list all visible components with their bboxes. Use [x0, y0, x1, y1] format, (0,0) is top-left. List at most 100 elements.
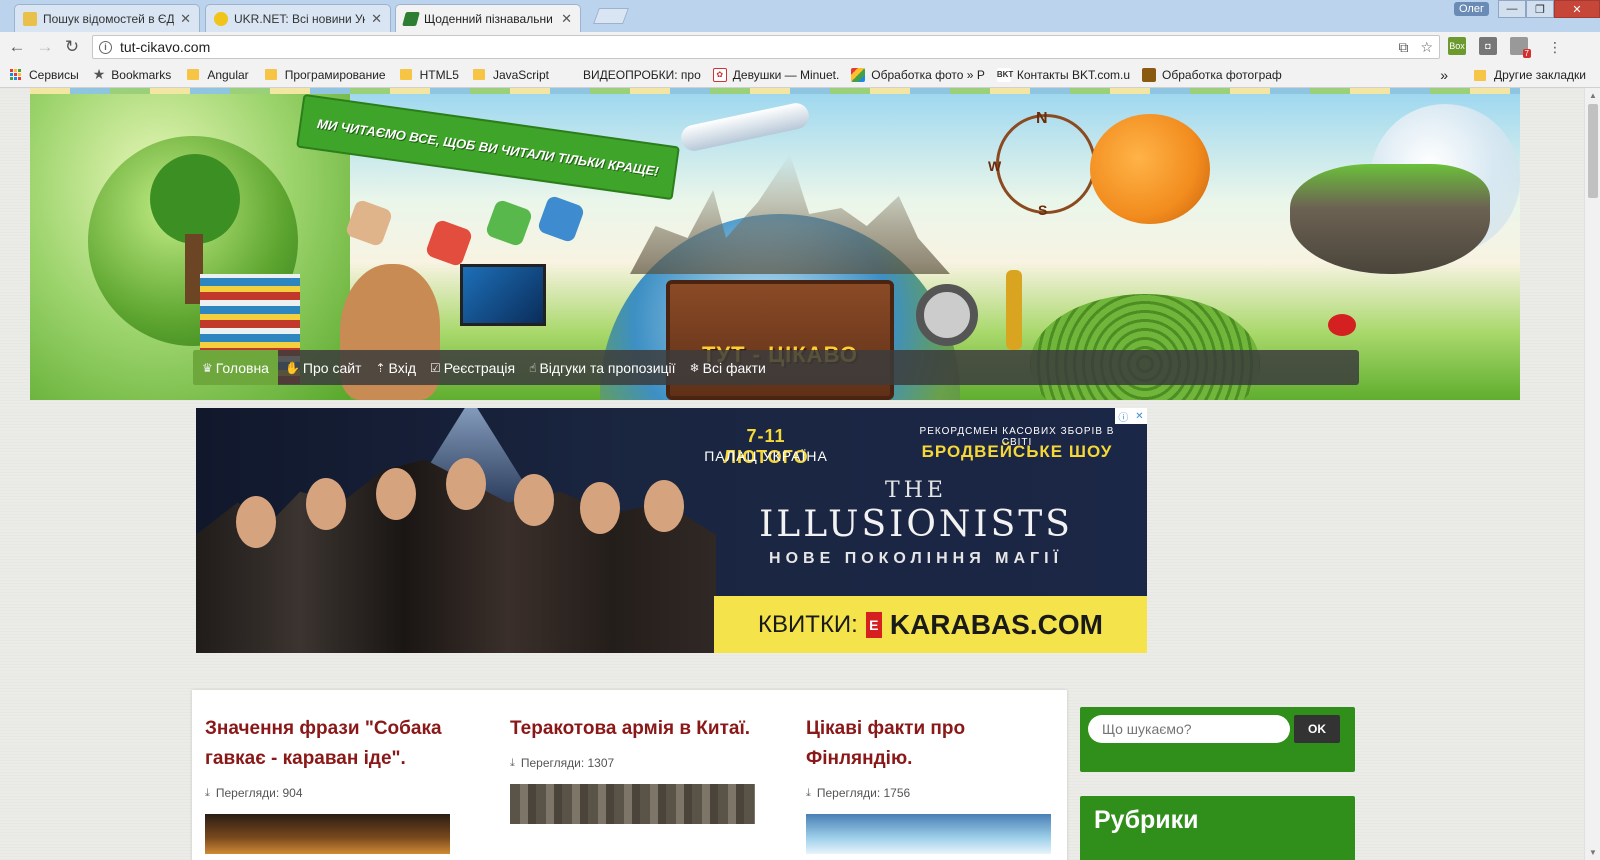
- bookmark-minuet[interactable]: ✿ Девушки — Minuet.: [712, 67, 839, 82]
- ad-the: THE: [885, 478, 947, 503]
- ladybug-icon: [1328, 314, 1356, 336]
- illusionists-ad-banner[interactable]: 7-11 ЛЮТОГО ПАЛАЦ УКРАЇНА РЕКОРДСМЕН КАС…: [196, 408, 1147, 653]
- post-thumbnail-image[interactable]: [806, 814, 1051, 854]
- post-title[interactable]: Цікаві факти про Фінляндію.: [806, 714, 1056, 774]
- snowflake-icon: ❄: [689, 360, 700, 375]
- folder-icon: [399, 69, 412, 80]
- hand-icon: ☝: [529, 360, 537, 375]
- apps-grid-icon: [10, 69, 21, 80]
- bookmark-bkt-contacts[interactable]: BKT Контакты BKT.com.u: [996, 67, 1130, 82]
- bookmark-star-icon[interactable]: ☆: [1420, 39, 1433, 56]
- bookmark-services[interactable]: Сервисы: [10, 68, 79, 82]
- compass-south-label: S: [1038, 202, 1048, 218]
- close-window-button[interactable]: ✕: [1554, 0, 1600, 18]
- bookmark-angular[interactable]: Angular: [187, 68, 249, 82]
- other-bookmarks-folder[interactable]: Другие закладки: [1474, 68, 1586, 82]
- forward-button[interactable]: →: [34, 37, 56, 57]
- compass-north-label: N: [1036, 110, 1048, 127]
- new-tab-button[interactable]: [593, 8, 629, 24]
- bookmark-label: JavaScript: [492, 67, 549, 82]
- extension-camera-icon[interactable]: ◘: [1479, 37, 1497, 55]
- search-button[interactable]: OK: [1294, 715, 1340, 743]
- post-title[interactable]: Значення фрази "Собака гавкає - караван …: [205, 714, 455, 774]
- minimize-button[interactable]: —: [1498, 0, 1526, 18]
- scrollbar-thumb[interactable]: [1588, 104, 1598, 198]
- post-card: Теракотова армія в Китаї. ⤓ Перегляди: 1…: [510, 714, 760, 824]
- performer-face-image: [236, 496, 276, 548]
- bookmark-programming[interactable]: Програмирование: [264, 67, 386, 82]
- performer-face-image: [644, 480, 684, 532]
- restore-button[interactable]: ❐: [1526, 0, 1554, 18]
- slogan-text: МИ ЧИТАЄМО ВСЕ, ЩОБ ВИ ЧИТАЛИ ТІЛЬКИ КРА…: [316, 115, 660, 179]
- login-icon: ⇡: [375, 360, 386, 375]
- reload-button[interactable]: ↻: [61, 37, 83, 57]
- bookmark-photo-processing[interactable]: Обработка фото » P: [851, 67, 985, 82]
- browser-tab-2[interactable]: Щоденний пізнавальни ✕: [395, 4, 581, 32]
- bookmark-photo-processing-2[interactable]: Обработка фотограф: [1142, 67, 1282, 82]
- ad-tickets-bar[interactable]: КВИТКИ: E KARABAS.COM: [714, 596, 1147, 653]
- ad-subtitle: НОВЕ ПОКОЛІННЯ МАГІЇ: [769, 550, 1063, 567]
- bookmarks-bar: Сервисы ★ Bookmarks Angular Програмирова…: [0, 62, 1600, 88]
- nav-register[interactable]: ☑ Реєстрація: [423, 350, 522, 385]
- extension-people-icon[interactable]: 7: [1510, 37, 1531, 58]
- close-tab-icon[interactable]: ✕: [371, 11, 382, 27]
- address-bar[interactable]: i tut-cikavo.com ⧉ ☆: [92, 35, 1440, 59]
- bookmark-bookmarks[interactable]: ★ Bookmarks: [93, 66, 172, 83]
- tab-title: Пошук відомостей в ЄД: [43, 11, 175, 26]
- bookmark-html5[interactable]: HTML5: [399, 68, 459, 82]
- ad-choices-button[interactable]: ⓘ ✕: [1115, 408, 1147, 424]
- ad-title: ILLUSIONISTS: [759, 504, 1073, 545]
- search-input[interactable]: [1088, 715, 1290, 743]
- site-favicon-icon: [402, 11, 420, 26]
- nav-label: Головна: [215, 359, 269, 376]
- performer-face-image: [376, 468, 416, 520]
- rubrics-widget: Рубрики: [1080, 796, 1355, 860]
- bookmark-label: Програмирование: [284, 67, 386, 82]
- scroll-up-icon[interactable]: ▲: [1589, 91, 1597, 100]
- translate-icon[interactable]: ⧉: [1398, 39, 1408, 56]
- post-thumbnail-image[interactable]: [205, 814, 450, 854]
- nav-home[interactable]: ♛ Головна: [193, 350, 278, 385]
- extension-badge: 7: [1522, 49, 1531, 58]
- ad-site-label: KARABAS.COM: [889, 608, 1103, 640]
- browser-toolbar: ← → ↻ i tut-cikavo.com ⧉ ☆ Box ◘ 7 ⋮: [0, 32, 1600, 62]
- back-button[interactable]: ←: [6, 37, 28, 57]
- extension-box-icon[interactable]: Box: [1448, 37, 1466, 55]
- download-icon: ⤓: [806, 786, 811, 799]
- browser-tab-1[interactable]: UKR.NET: Всі новини Укр ✕: [205, 4, 391, 32]
- close-tab-icon[interactable]: ✕: [180, 11, 191, 27]
- posts-grid: Значення фрази "Собака гавкає - караван …: [192, 690, 1067, 860]
- post-thumbnail-image[interactable]: [510, 784, 755, 824]
- tab-title: UKR.NET: Всі новини Укр: [234, 11, 366, 26]
- url-text: tut-cikavo.com: [120, 39, 211, 55]
- folder-icon: [472, 69, 485, 80]
- site-info-icon[interactable]: i: [99, 40, 112, 54]
- nav-about[interactable]: ✋ Про сайт: [278, 350, 369, 385]
- post-views: Перегляди: 904: [215, 786, 303, 800]
- scroll-down-icon[interactable]: ▼: [1589, 848, 1597, 857]
- post-title[interactable]: Теракотова армія в Китаї.: [510, 714, 760, 744]
- tree-image: [150, 154, 240, 244]
- nav-feedback[interactable]: ☝ Відгуки та пропозиції: [522, 350, 682, 385]
- rubrics-title: Рубрики: [1094, 806, 1199, 834]
- ad-close-icon: ✕: [1135, 410, 1144, 422]
- menu-kebab-icon[interactable]: ⋮: [1544, 37, 1566, 57]
- compass-west-label: W: [988, 158, 1002, 174]
- post-meta: ⤓ Перегляди: 1307: [510, 756, 760, 770]
- nav-all-facts[interactable]: ❄ Всі факти: [683, 350, 773, 385]
- bookmark-label: ВИДЕОПРОБКИ: про: [582, 67, 701, 82]
- browser-tab-0[interactable]: Пошук відомостей в ЄД ✕: [14, 4, 200, 32]
- bookmark-javascript[interactable]: JavaScript: [472, 67, 549, 82]
- photo-favicon-icon: [851, 67, 866, 82]
- bookmark-videoprobki[interactable]: ВИДЕОПРОБКИ: про: [583, 68, 701, 82]
- nav-login[interactable]: ⇡ Вхід: [368, 350, 423, 385]
- nav-label: Всі факти: [702, 359, 766, 376]
- ukrnet-favicon-icon: [214, 11, 228, 26]
- nav-label: Відгуки та пропозиції: [539, 359, 676, 376]
- profile-button[interactable]: Олег: [1454, 2, 1489, 16]
- page-scrollbar[interactable]: ▲ ▼: [1584, 88, 1600, 860]
- close-tab-icon[interactable]: ✕: [561, 11, 572, 27]
- star-icon: ★: [92, 66, 106, 82]
- orange-balloons-image: [1090, 114, 1210, 224]
- bookmarks-overflow-button[interactable]: »: [1440, 67, 1448, 83]
